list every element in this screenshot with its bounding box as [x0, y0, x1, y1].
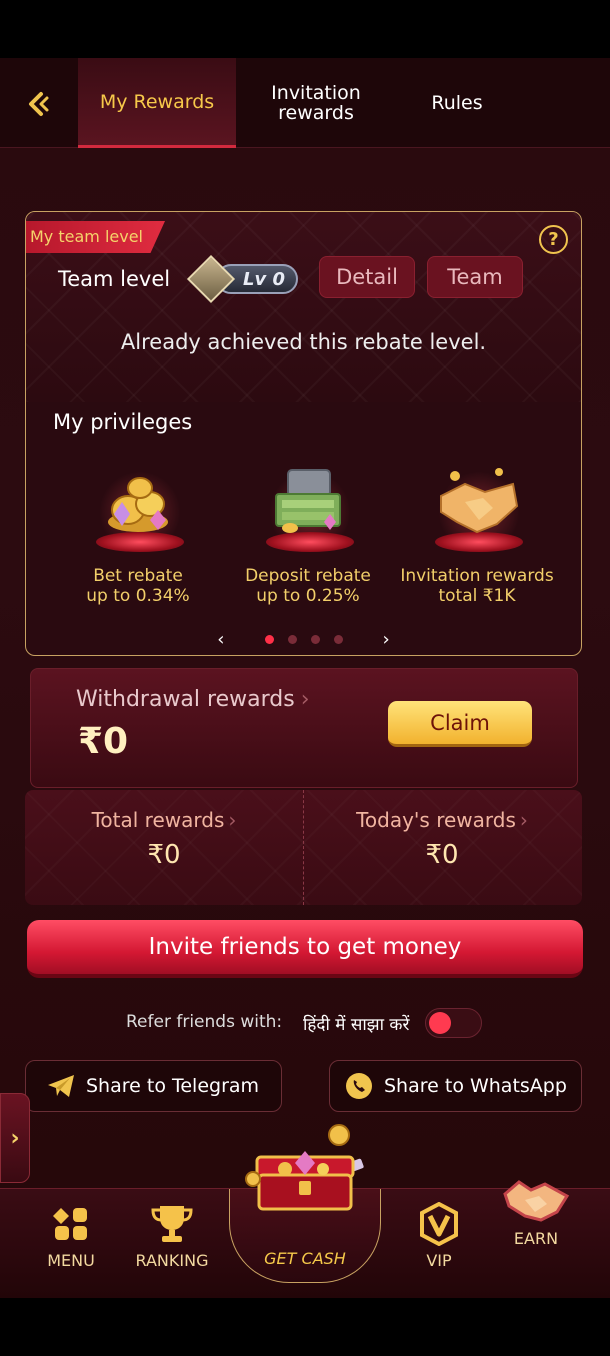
- handshake-icon: [427, 462, 527, 552]
- menu-icon: [21, 1197, 121, 1251]
- nav-menu-label: MENU: [47, 1251, 95, 1270]
- tab-my-rewards[interactable]: My Rewards: [78, 58, 236, 148]
- privileges-pager: ‹ ›: [26, 627, 581, 651]
- nav-earn-label: EARN: [513, 1229, 559, 1248]
- todays-rewards[interactable]: Today's rewards › ₹0: [303, 808, 581, 870]
- share-telegram-label: Share to Telegram: [86, 1075, 260, 1097]
- side-drawer-tab[interactable]: ›: [0, 1093, 30, 1183]
- refer-language-row: Refer friends with: हिंदी में साझा करें: [0, 1008, 610, 1038]
- nav-ranking[interactable]: RANKING: [122, 1197, 222, 1287]
- total-rewards[interactable]: Total rewards › ₹0: [25, 808, 303, 870]
- coins-gems-icon: [88, 462, 188, 552]
- privilege-name: Deposit rebate: [245, 566, 371, 586]
- nav-vip[interactable]: VIP: [389, 1197, 489, 1287]
- help-icon[interactable]: ?: [539, 225, 568, 254]
- level-diamond-icon: [186, 254, 236, 304]
- privilege-deposit-rebate[interactable]: Deposit rebate up to 0.25%: [223, 462, 393, 612]
- nav-menu[interactable]: MENU: [21, 1197, 121, 1287]
- team-level-card: My team level ? Team level Lv 0 Detail T…: [25, 211, 582, 656]
- invite-friends-button[interactable]: Invite friends to get money: [27, 920, 583, 978]
- prev-arrow-icon[interactable]: ‹: [217, 629, 224, 650]
- privilege-name: Bet rebate: [93, 566, 183, 586]
- rewards-summary: Total rewards › ₹0 Today's rewards › ₹0: [25, 790, 582, 905]
- nav-get-cash-label: GET CASH: [264, 1249, 346, 1268]
- back-button[interactable]: [18, 84, 58, 124]
- rewards-screen: My Rewards Invitation rewards Rules My t…: [0, 58, 610, 1298]
- pager-dot[interactable]: [264, 634, 274, 644]
- language-toggle[interactable]: [425, 1008, 482, 1038]
- refer-language: हिंदी में साझा करें: [303, 1015, 410, 1035]
- privileges-title: My privileges: [53, 410, 193, 434]
- chevron-right-icon: ›: [300, 687, 310, 712]
- vip-badge-icon: [389, 1197, 489, 1251]
- withdrawal-rewards-link[interactable]: Withdrawal rewards ›: [76, 687, 310, 712]
- treasure-chest-icon[interactable]: [245, 1121, 365, 1213]
- todays-rewards-value: ₹0: [425, 840, 459, 870]
- detail-button[interactable]: Detail: [319, 256, 415, 298]
- withdrawal-rewards-card: Withdrawal rewards › ₹0 Claim: [30, 668, 578, 788]
- tab-invitation-rewards-label: Invitation rewards: [271, 82, 361, 124]
- pager-dot[interactable]: [310, 634, 320, 644]
- refer-label: Refer friends with:: [126, 1012, 283, 1032]
- team-button[interactable]: Team: [427, 256, 523, 298]
- share-telegram-button[interactable]: Share to Telegram: [25, 1060, 282, 1112]
- claim-button[interactable]: Claim: [388, 701, 532, 747]
- team-level-ribbon: My team level: [26, 221, 165, 253]
- trophy-icon: [122, 1197, 222, 1251]
- chevron-right-icon: ›: [10, 1125, 20, 1151]
- withdrawal-rewards-label: Withdrawal rewards: [76, 687, 295, 712]
- team-level-label: Team level: [58, 267, 171, 291]
- privilege-value: up to 0.34%: [86, 586, 190, 606]
- whatsapp-icon: [344, 1071, 374, 1101]
- total-rewards-value: ₹0: [147, 840, 181, 870]
- chevron-right-icon: ›: [519, 808, 528, 832]
- rebate-status-text: Already achieved this rebate level.: [120, 330, 487, 354]
- privilege-value: total ₹1K: [438, 586, 516, 606]
- system-nav-bar: [0, 1298, 610, 1356]
- header: My Rewards Invitation rewards Rules: [0, 58, 610, 148]
- pager-dot[interactable]: [333, 634, 343, 644]
- withdrawal-amount: ₹0: [78, 721, 129, 762]
- tab-rules[interactable]: Rules: [400, 58, 514, 148]
- toggle-knob: [429, 1012, 451, 1034]
- privilege-name: Invitation rewards: [400, 566, 554, 586]
- chevron-right-icon: ›: [228, 808, 237, 832]
- nav-ranking-label: RANKING: [135, 1251, 209, 1270]
- pager-dot[interactable]: [287, 634, 297, 644]
- telegram-icon: [46, 1073, 76, 1099]
- tab-invitation-rewards[interactable]: Invitation rewards: [244, 58, 388, 148]
- next-arrow-icon[interactable]: ›: [383, 629, 390, 650]
- handshake-icon: [486, 1175, 586, 1229]
- nav-vip-label: VIP: [426, 1251, 452, 1270]
- privilege-bet-rebate[interactable]: Bet rebate up to 0.34%: [53, 462, 223, 612]
- level-badge: Lv 0: [186, 254, 300, 304]
- cash-chest-icon: [258, 462, 358, 552]
- back-arrow-icon: [29, 92, 49, 116]
- todays-rewards-label: Today's rewards: [356, 808, 516, 832]
- nav-earn[interactable]: EARN: [486, 1180, 586, 1287]
- share-whatsapp-button[interactable]: Share to WhatsApp: [329, 1060, 582, 1112]
- share-whatsapp-label: Share to WhatsApp: [384, 1075, 567, 1097]
- total-rewards-label: Total rewards: [91, 808, 225, 832]
- privilege-invitation-rewards[interactable]: Invitation rewards total ₹1K: [392, 462, 562, 612]
- privilege-value: up to 0.25%: [256, 586, 360, 606]
